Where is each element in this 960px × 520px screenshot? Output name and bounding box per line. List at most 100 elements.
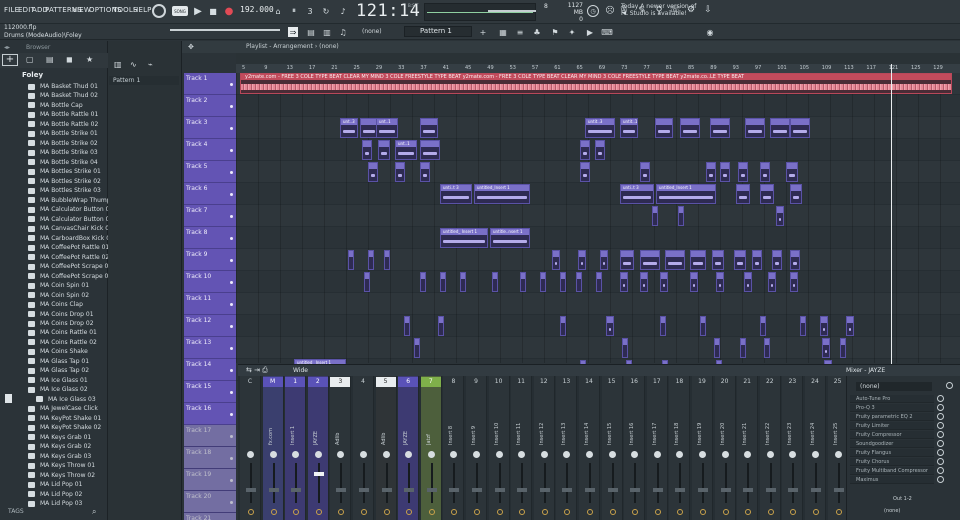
- pattern-clip[interactable]: [710, 118, 730, 138]
- pattern-clip[interactable]: [820, 316, 828, 336]
- pattern-clip[interactable]: [440, 272, 446, 292]
- pattern-clip[interactable]: [706, 162, 716, 182]
- track-mute-icon[interactable]: [230, 149, 233, 152]
- pattern-clip[interactable]: [776, 206, 784, 226]
- mixer-strip[interactable]: 7 Jatzf: [420, 376, 442, 520]
- pattern-clip[interactable]: [786, 162, 798, 182]
- effect-slot[interactable]: Fruity Flangus: [850, 449, 934, 457]
- playlist-window-icon[interactable]: ▤: [306, 27, 316, 37]
- pan-knob-icon[interactable]: [653, 451, 661, 458]
- volume-fader[interactable]: [656, 463, 659, 503]
- pattern-clip[interactable]: [790, 118, 810, 138]
- stop-icon[interactable]: ■: [208, 5, 218, 17]
- pattern-clip[interactable]: untit..1: [620, 118, 638, 138]
- volume-fader[interactable]: [792, 463, 795, 503]
- pattern-clip[interactable]: [734, 250, 746, 270]
- mixer-strip-name[interactable]: [245, 401, 257, 445]
- playlist-options-icon[interactable]: ✥: [188, 43, 194, 51]
- mixer-strip-name[interactable]: JAYZE: [403, 401, 415, 445]
- mixer-strip-name[interactable]: Insert 14: [584, 401, 596, 445]
- mixer-strip[interactable]: 11 Insert 11: [511, 376, 533, 520]
- effect-slot[interactable]: Pro-Q 3: [850, 404, 934, 412]
- mixer-strip-name[interactable]: Insert 15: [607, 401, 619, 445]
- pattern-mode-icon[interactable]: ⇒: [288, 27, 298, 37]
- track-header[interactable]: Track 21: [184, 513, 236, 520]
- volume-fader[interactable]: [385, 463, 388, 503]
- countdown-icon[interactable]: 3: [304, 5, 316, 17]
- metronome-icon[interactable]: ⌂: [272, 5, 284, 17]
- volume-fader[interactable]: [476, 463, 478, 503]
- mixer-strip[interactable]: 22 Insert 22: [759, 376, 781, 520]
- pattern-clip[interactable]: [378, 140, 390, 160]
- track-lane[interactable]: [236, 227, 960, 249]
- fader-handle[interactable]: [336, 488, 347, 492]
- mixer-window-icon[interactable]: ≡: [515, 27, 525, 37]
- update-notice[interactable]: Today A newer version of FL Studio is av…: [621, 3, 696, 17]
- pan-knob-icon[interactable]: [812, 451, 819, 458]
- browser-preview-icon[interactable]: [5, 394, 12, 403]
- track-header[interactable]: Track 7: [184, 205, 236, 227]
- mixer-strip[interactable]: 20 Insert 20: [714, 376, 736, 520]
- video-icon[interactable]: ▶: [585, 27, 595, 37]
- track-mute-icon[interactable]: [230, 501, 233, 504]
- volume-fader[interactable]: [634, 463, 637, 503]
- track-mute-icon[interactable]: [230, 479, 233, 482]
- route-icon[interactable]: [609, 509, 616, 515]
- mixer-strip[interactable]: 15 Insert 15: [601, 376, 623, 520]
- route-icon[interactable]: [519, 509, 526, 515]
- route-icon[interactable]: [315, 509, 322, 515]
- track-mute-icon[interactable]: [230, 369, 233, 372]
- fader-handle[interactable]: [630, 488, 641, 492]
- browser-file-item[interactable]: MA Coin Spin 02: [28, 291, 89, 300]
- pan-knob-icon[interactable]: [744, 451, 752, 458]
- track-mute-icon[interactable]: [230, 237, 233, 240]
- track-mute-icon[interactable]: [230, 215, 233, 218]
- browser-menu-icon[interactable]: ◂▸: [4, 44, 22, 51]
- fader-handle[interactable]: [517, 488, 528, 492]
- hint-slider[interactable]: [170, 29, 280, 31]
- fader-handle[interactable]: [698, 488, 708, 492]
- playhead[interactable]: [891, 64, 892, 364]
- pattern-clip[interactable]: [368, 250, 374, 270]
- track-header[interactable]: Track 20: [184, 491, 236, 513]
- mixer-strip-name[interactable]: Insert 11: [516, 401, 528, 445]
- pan-knob-icon[interactable]: [292, 451, 300, 458]
- pattern-clip[interactable]: [362, 140, 372, 160]
- pattern-clip[interactable]: [790, 184, 802, 204]
- pan-knob-icon[interactable]: [563, 451, 571, 458]
- effect-slot[interactable]: Fruity Compressor: [850, 431, 934, 439]
- fader-handle[interactable]: [246, 488, 256, 492]
- browser-file-item[interactable]: MA Ice Glass 03: [36, 395, 96, 404]
- pattern-clip[interactable]: [800, 316, 806, 336]
- pattern-clip[interactable]: [655, 118, 673, 138]
- pattern-clip[interactable]: [606, 316, 614, 336]
- browser-file-item[interactable]: MA Glass Tap 02: [28, 366, 89, 375]
- fader-handle[interactable]: [313, 472, 324, 476]
- track-mute-icon[interactable]: [230, 105, 233, 108]
- fader-handle[interactable]: [291, 488, 302, 492]
- mixer-strip-name[interactable]: Insert 18: [674, 401, 686, 445]
- track-header[interactable]: Track 12: [184, 315, 236, 337]
- effect-mix-knob-icon[interactable]: [937, 440, 944, 447]
- pattern-clip[interactable]: [822, 338, 830, 358]
- pattern-clip[interactable]: [640, 162, 650, 182]
- tags-label[interactable]: TAGS: [8, 508, 24, 515]
- pattern-clip[interactable]: [560, 316, 566, 336]
- all-files-icon[interactable]: ▢: [26, 55, 34, 64]
- browser-file-item[interactable]: MA JewelCase Click: [28, 404, 98, 413]
- track-mute-icon[interactable]: [230, 325, 233, 328]
- track-header[interactable]: Track 4: [184, 139, 236, 161]
- volume-fader[interactable]: [430, 463, 433, 503]
- volume-fader[interactable]: [815, 463, 817, 503]
- mixer-strip[interactable]: 12 Insert 12: [533, 376, 555, 520]
- track-lane[interactable]: [236, 183, 960, 205]
- mixer-strip-name[interactable]: Insert 1: [290, 401, 302, 445]
- mixer-view-mode[interactable]: Wide: [293, 367, 308, 374]
- fader-handle[interactable]: [585, 488, 595, 492]
- browser-file-item[interactable]: MA Glass Tap 01: [28, 357, 89, 366]
- pattern-clip[interactable]: [760, 162, 770, 182]
- pan-knob-icon[interactable]: [721, 451, 729, 458]
- pattern-clip[interactable]: [595, 140, 605, 160]
- pattern-clip[interactable]: unti..t 3: [440, 184, 472, 204]
- effect-slot[interactable]: Fruity Multiband Compressor: [850, 467, 934, 475]
